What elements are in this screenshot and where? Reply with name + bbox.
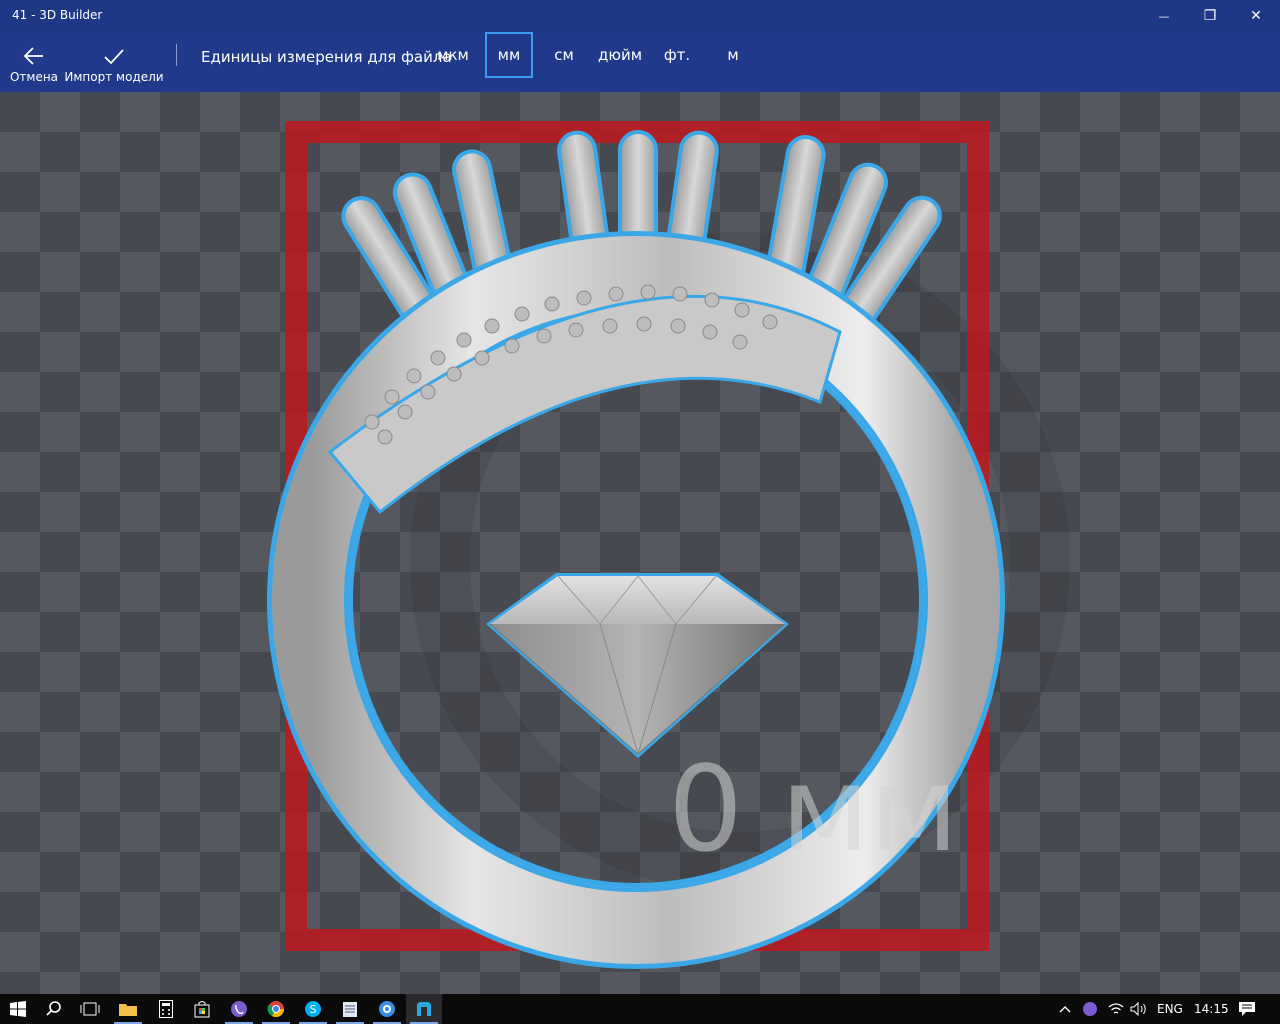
unit-option-m[interactable]: м: [720, 32, 746, 78]
windows-start-icon[interactable]: [0, 994, 36, 1024]
units-label: Единицы измерения для файла: [201, 48, 452, 66]
viber-icon[interactable]: [221, 994, 257, 1024]
file-explorer-icon[interactable]: [110, 994, 146, 1024]
close-icon: ✕: [1250, 8, 1262, 24]
notepad-icon[interactable]: [332, 994, 368, 1024]
language-indicator[interactable]: ENG: [1157, 994, 1183, 1024]
svg-text:S: S: [310, 1003, 317, 1016]
task-view-icon[interactable]: [72, 994, 108, 1024]
windows-taskbar: S ENG 14:15: [0, 994, 1280, 1024]
calculator-icon[interactable]: [148, 994, 184, 1024]
volume-icon[interactable]: [1130, 994, 1148, 1024]
3d-viewport[interactable]: 0 мм: [0, 92, 1280, 994]
maximize-button[interactable]: ❐: [1187, 0, 1233, 32]
diamond-gem: [486, 573, 789, 758]
close-button[interactable]: ✕: [1233, 0, 1279, 32]
network-icon[interactable]: [1108, 994, 1124, 1024]
store-icon[interactable]: [184, 994, 220, 1024]
browser-icon[interactable]: [369, 994, 405, 1024]
unit-option-um[interactable]: мкм: [432, 32, 474, 78]
action-center-icon[interactable]: [1238, 994, 1256, 1024]
viber-tray-icon[interactable]: [1082, 994, 1098, 1024]
minimize-button[interactable]: —: [1141, 0, 1187, 32]
unit-option-cm[interactable]: см: [546, 32, 582, 78]
size-readout: 0 мм: [668, 740, 959, 878]
skype-icon[interactable]: S: [295, 994, 331, 1024]
chrome-icon[interactable]: [258, 994, 294, 1024]
minimize-icon: —: [1158, 9, 1170, 23]
title-bar: 41 - 3D Builder — ❐ ✕: [0, 0, 1280, 32]
search-icon[interactable]: [36, 994, 72, 1024]
import-model-button[interactable]: Импорт модели: [64, 32, 164, 92]
window-title: 41 - 3D Builder: [12, 8, 103, 22]
toolbar-divider: [176, 44, 177, 66]
show-hidden-icons[interactable]: [1058, 994, 1072, 1024]
import-label: Импорт модели: [64, 70, 164, 84]
back-arrow-icon: [23, 32, 45, 66]
unit-option-inch[interactable]: дюйм: [596, 32, 644, 78]
restore-icon: ❐: [1203, 8, 1217, 24]
cancel-label: Отмена: [9, 70, 59, 84]
3d-builder-icon[interactable]: [406, 994, 442, 1024]
cancel-button[interactable]: Отмена: [8, 32, 60, 92]
scene: 0 мм: [267, 121, 1070, 969]
unit-option-ft[interactable]: фт.: [660, 32, 694, 78]
clock[interactable]: 14:15: [1194, 994, 1229, 1024]
unit-option-mm[interactable]: мм: [485, 32, 533, 78]
checkmark-icon: [103, 32, 125, 66]
import-toolbar: Отмена Импорт модели Единицы измерения д…: [0, 32, 1280, 92]
